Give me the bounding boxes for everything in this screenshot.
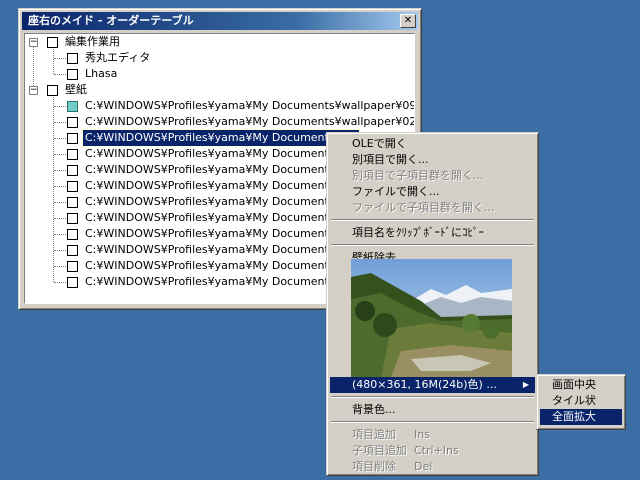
wallpaper-style-submenu: 画面中央 タイル状 全面拡大 bbox=[536, 374, 626, 430]
tree-connector bbox=[54, 186, 66, 187]
context-menu: OLEで開く 別項目で開く... 別項目で子項目群を開く... ファイルで開く.… bbox=[326, 132, 539, 476]
item-checkbox[interactable] bbox=[67, 181, 78, 192]
tree-connector bbox=[54, 234, 66, 235]
collapse-icon[interactable]: − bbox=[29, 86, 38, 95]
item-label: C:¥WINDOWS¥Profiles¥yama¥My Documents¥wa bbox=[85, 259, 358, 272]
group-checkbox[interactable] bbox=[47, 37, 58, 48]
delete-item-label: 項目削除 bbox=[352, 460, 396, 473]
tree-item[interactable]: C:¥WINDOWS¥Profiles¥yama¥My Documents¥wa… bbox=[25, 98, 415, 114]
item-checkbox[interactable] bbox=[67, 277, 78, 288]
item-checkbox[interactable] bbox=[67, 53, 78, 64]
item-label: C:¥WINDOWS¥Profiles¥yama¥My Documents¥wa bbox=[85, 163, 358, 176]
menu-separator bbox=[331, 421, 534, 423]
menu-item-open-other-children[interactable]: 別項目で子項目群を開く... bbox=[330, 168, 535, 184]
menu-separator bbox=[331, 396, 534, 398]
tree-item[interactable]: Lhasa bbox=[25, 66, 414, 82]
item-checkbox[interactable] bbox=[67, 229, 78, 240]
item-label: C:¥WINDOWS¥Profiles¥yama¥My Documents¥wa… bbox=[85, 99, 415, 112]
item-checkbox[interactable] bbox=[67, 165, 78, 176]
add-item-label: 項目追加 bbox=[352, 428, 396, 441]
add-child-shortcut: Ctrl+Ins bbox=[414, 444, 459, 457]
item-label: C:¥WINDOWS¥Profiles¥yama¥My Documents¥wa bbox=[85, 243, 358, 256]
tree-connector bbox=[54, 106, 66, 107]
tree-connector bbox=[54, 74, 66, 75]
tree-connector bbox=[54, 154, 66, 155]
collapse-icon[interactable]: − bbox=[29, 38, 38, 47]
submenu-item-center[interactable]: 画面中央 bbox=[540, 377, 622, 393]
item-checkbox[interactable] bbox=[67, 133, 78, 144]
group-label: 編集作業用 bbox=[65, 35, 120, 48]
wallpaper-thumbnail bbox=[351, 259, 512, 377]
tree-connector bbox=[54, 122, 66, 123]
tree-connector bbox=[54, 250, 66, 251]
menu-item-open-other[interactable]: 別項目で開く... bbox=[330, 152, 535, 168]
menu-item-add-child[interactable]: 子項目追加 Ctrl+Ins bbox=[330, 443, 535, 459]
item-label: C:¥WINDOWS¥Profiles¥yama¥My Documents¥wa… bbox=[85, 115, 415, 128]
add-child-label: 子項目追加 bbox=[352, 444, 407, 457]
tree-connector bbox=[54, 282, 66, 283]
menu-item-background-color[interactable]: 背景色... bbox=[330, 402, 535, 418]
menu-item-open-ole[interactable]: OLEで開く bbox=[330, 136, 535, 152]
item-checkbox[interactable] bbox=[67, 197, 78, 208]
tree-item[interactable]: 秀丸エディタ bbox=[25, 50, 414, 66]
item-checkbox[interactable] bbox=[67, 261, 78, 272]
item-checkbox[interactable] bbox=[67, 245, 78, 256]
tree-connector bbox=[54, 266, 66, 267]
tree-item[interactable]: C:¥WINDOWS¥Profiles¥yama¥My Documents¥wa… bbox=[25, 114, 415, 130]
group-checkbox[interactable] bbox=[47, 85, 58, 96]
item-label: C:¥WINDOWS¥Profiles¥yama¥My Documents¥wa bbox=[85, 227, 358, 240]
tree-group-editing[interactable]: − 編集作業用 bbox=[25, 34, 414, 50]
item-checkbox[interactable] bbox=[67, 117, 78, 128]
group-label: 壁紙 bbox=[65, 83, 87, 96]
item-checkbox[interactable] bbox=[67, 213, 78, 224]
menu-item-delete-item[interactable]: 項目削除 Del bbox=[330, 459, 535, 475]
submenu-item-tile[interactable]: タイル状 bbox=[540, 393, 622, 409]
item-label: C:¥WINDOWS¥Profiles¥yama¥My Documents¥wa bbox=[85, 211, 358, 224]
menu-item-copy-name[interactable]: 項目名をｸﾘｯﾌﾟﾎﾞｰﾄﾞにｺﾋﾟｰ bbox=[330, 225, 535, 241]
tree-connector bbox=[54, 218, 66, 219]
menu-separator bbox=[331, 244, 534, 246]
title-bar[interactable]: 座右のメイド - オーダーテーブル ✕ bbox=[22, 12, 418, 30]
tree-connector bbox=[54, 170, 66, 171]
menu-item-add-item[interactable]: 項目追加 Ins bbox=[330, 427, 535, 443]
item-label: C:¥WINDOWS¥Profiles¥yama¥My Documents¥wa bbox=[85, 179, 358, 192]
menu-separator bbox=[331, 219, 534, 221]
item-label: C:¥WINDOWS¥Profiles¥yama¥My Documents¥wa bbox=[85, 275, 358, 288]
item-checkbox[interactable] bbox=[67, 149, 78, 160]
add-item-shortcut: Ins bbox=[414, 428, 430, 441]
tree-connector bbox=[54, 202, 66, 203]
tree-group-wallpaper[interactable]: − 壁紙 bbox=[25, 82, 414, 98]
item-checkbox[interactable] bbox=[67, 101, 78, 112]
submenu-item-stretch[interactable]: 全面拡大 bbox=[540, 409, 622, 425]
item-checkbox[interactable] bbox=[67, 69, 78, 80]
close-button[interactable]: ✕ bbox=[400, 14, 416, 28]
menu-item-open-file-children[interactable]: ファイルで子項目群を開く... bbox=[330, 200, 535, 216]
delete-item-shortcut: Del bbox=[414, 460, 433, 473]
item-label: 秀丸エディタ bbox=[85, 51, 151, 64]
image-info-label: (480×361, 16M(24b)色) ... bbox=[352, 378, 497, 391]
item-label: C:¥WINDOWS¥Profiles¥yama¥My Documents¥wa bbox=[85, 147, 358, 160]
item-label: C:¥WINDOWS¥Profiles¥yama¥My Documents¥wa bbox=[81, 129, 361, 147]
menu-item-open-file[interactable]: ファイルで開く... bbox=[330, 184, 535, 200]
menu-item-image-info[interactable]: (480×361, 16M(24b)色) ... ▶ bbox=[330, 377, 535, 393]
window-title: 座右のメイド - オーダーテーブル bbox=[28, 14, 194, 27]
item-label: Lhasa bbox=[85, 67, 118, 80]
tree-connector bbox=[54, 58, 66, 59]
tree-connector bbox=[54, 138, 66, 139]
item-label: C:¥WINDOWS¥Profiles¥yama¥My Documents¥wa bbox=[85, 195, 358, 208]
submenu-arrow-icon: ▶ bbox=[522, 380, 529, 389]
